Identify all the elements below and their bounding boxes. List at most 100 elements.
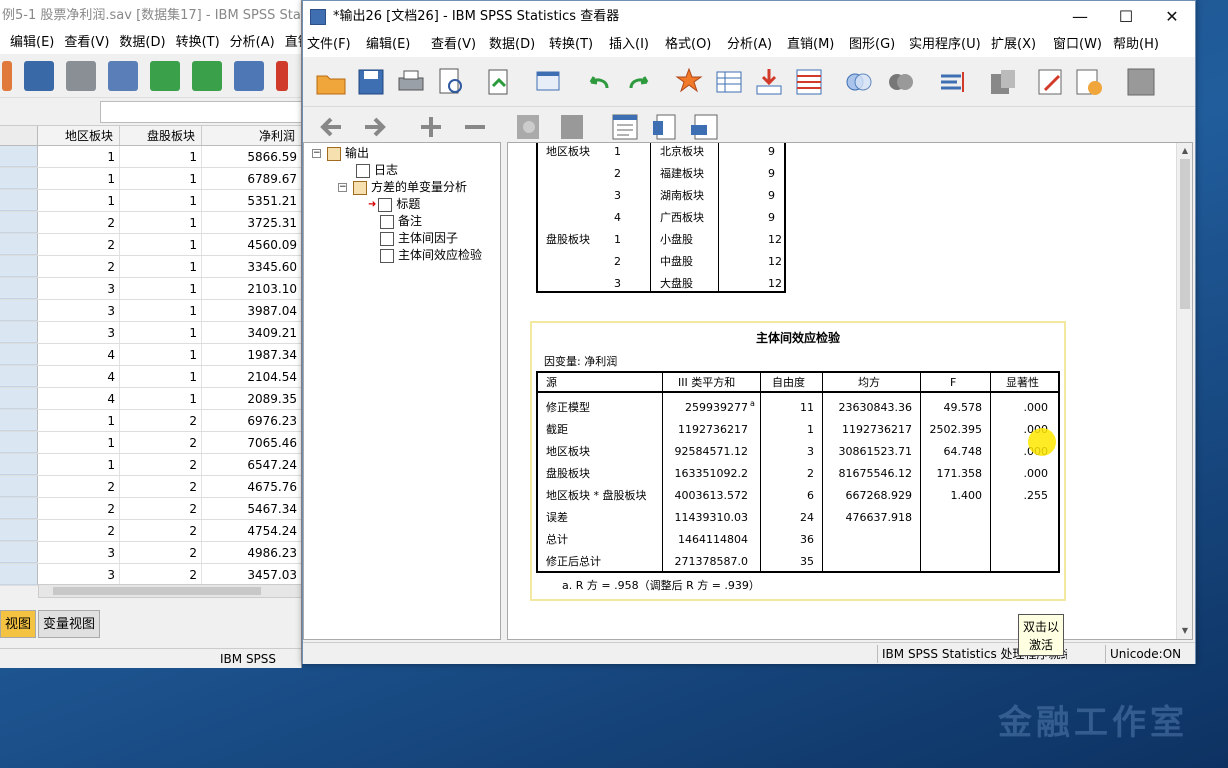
data-cell[interactable]: 1: [120, 190, 202, 211]
data-cell[interactable]: 2104.54: [202, 366, 301, 387]
select-cases-icon[interactable]: [885, 66, 917, 98]
de-menu-analyze[interactable]: 分析(A): [230, 32, 275, 54]
data-cell[interactable]: 1: [120, 256, 202, 277]
table-row[interactable]: 3 2 3457.03: [0, 564, 301, 586]
content-vscroll[interactable]: ▲ ▼: [1176, 143, 1192, 639]
table-row[interactable]: 2 2 4754.24: [0, 520, 301, 542]
value-labels-icon[interactable]: [937, 66, 969, 98]
tree-node-univariate[interactable]: − 方差的单变量分析: [338, 179, 467, 196]
data-cell[interactable]: 2: [120, 454, 202, 475]
tab-variable-view[interactable]: 变量视图: [38, 610, 101, 638]
table-row[interactable]: 3 1 3987.04: [0, 300, 301, 322]
redo-icon[interactable]: [623, 66, 655, 98]
data-cell[interactable]: 1: [120, 388, 202, 409]
data-cell[interactable]: 2: [38, 520, 120, 541]
table-row[interactable]: 1 1 5351.21: [0, 190, 301, 212]
data-cell[interactable]: 1: [120, 300, 202, 321]
data-cell[interactable]: 1: [38, 454, 120, 475]
de-menu-direct[interactable]: 直销(M): [285, 32, 301, 54]
data-cell[interactable]: 1: [38, 168, 120, 189]
data-cell[interactable]: 3: [38, 322, 120, 343]
scroll-down-icon[interactable]: ▼: [1177, 623, 1192, 639]
menu-extensions[interactable]: 扩展(X): [991, 33, 1053, 57]
data-cell[interactable]: 2: [120, 476, 202, 497]
data-cell[interactable]: 4: [38, 366, 120, 387]
open-icon[interactable]: [2, 60, 12, 91]
redo-icon[interactable]: [192, 60, 222, 91]
data-cell[interactable]: 2103.10: [202, 278, 301, 299]
goto-data-icon[interactable]: [673, 66, 705, 98]
data-cell[interactable]: 2: [38, 498, 120, 519]
data-cell[interactable]: 4: [38, 344, 120, 365]
data-cell[interactable]: 1: [120, 344, 202, 365]
open-folder-icon[interactable]: [315, 66, 347, 98]
save-icon[interactable]: [355, 66, 387, 98]
table-row[interactable]: 1 1 6789.67: [0, 168, 301, 190]
column-header-region[interactable]: 地区板块: [38, 126, 120, 145]
data-cell[interactable]: 3: [38, 542, 120, 563]
de-menu-edit[interactable]: 编辑(E): [10, 32, 54, 54]
menu-format[interactable]: 格式(O): [665, 33, 727, 57]
menu-insert[interactable]: 插入(I): [609, 33, 665, 57]
tree-node-notes[interactable]: 备注: [380, 213, 422, 230]
maximize-button[interactable]: ☐: [1103, 1, 1149, 33]
collapse-toggle-icon[interactable]: −: [312, 149, 321, 158]
data-cell[interactable]: 2: [38, 256, 120, 277]
undo-icon[interactable]: [150, 60, 180, 91]
data-cell[interactable]: 5351.21: [202, 190, 301, 211]
de-menu-data[interactable]: 数据(D): [119, 32, 165, 54]
tree-node-log[interactable]: 日志: [356, 162, 398, 179]
column-header-profit[interactable]: 净利润: [202, 126, 301, 145]
output-content-pane[interactable]: 地区板块 1 北京板块 9 2 福建板块 9 3 湖南板块 9 4 广西板块 9 盘股板块 1 小盘股 12 2 中…: [507, 142, 1193, 640]
menu-data[interactable]: 数据(D): [489, 33, 549, 57]
data-cell[interactable]: 4986.23: [202, 542, 301, 563]
data-cell[interactable]: 2: [120, 410, 202, 431]
data-cell[interactable]: 3409.21: [202, 322, 301, 343]
forward-arrow-icon[interactable]: [359, 111, 391, 143]
export-icon[interactable]: [483, 66, 515, 98]
data-cell[interactable]: 4560.09: [202, 234, 301, 255]
expand-plus-icon[interactable]: [415, 111, 447, 143]
table-row[interactable]: 3 1 2103.10: [0, 278, 301, 300]
minimize-button[interactable]: —: [1057, 1, 1103, 33]
designate-window-icon[interactable]: [1125, 66, 1157, 98]
data-cell[interactable]: 3: [38, 300, 120, 321]
data-cell[interactable]: 3: [38, 278, 120, 299]
data-cell[interactable]: 4754.24: [202, 520, 301, 541]
data-grid-hscroll[interactable]: [38, 584, 301, 598]
insert-text-icon[interactable]: [689, 111, 721, 143]
column-header-cap[interactable]: 盘股板块: [120, 126, 202, 145]
data-cell[interactable]: 2: [38, 476, 120, 497]
output-viewer-window[interactable]: *输出26 [文档26] - IBM SPSS Statistics 查看器 —…: [302, 0, 1196, 664]
data-cell[interactable]: 2: [38, 234, 120, 255]
scroll-up-icon[interactable]: ▲: [1177, 143, 1192, 159]
data-cell[interactable]: 6547.24: [202, 454, 301, 475]
data-cell[interactable]: 2089.35: [202, 388, 301, 409]
table-row[interactable]: 1 2 6547.24: [0, 454, 301, 476]
data-cell[interactable]: 3987.04: [202, 300, 301, 321]
de-menu-view[interactable]: 查看(V): [64, 32, 109, 54]
table-row[interactable]: 1 1 5866.59: [0, 146, 301, 168]
back-arrow-icon[interactable]: [315, 111, 347, 143]
data-cell[interactable]: 1: [120, 278, 202, 299]
data-cell[interactable]: 2: [120, 542, 202, 563]
tree-node-output[interactable]: − 输出: [312, 145, 369, 162]
table-row[interactable]: 3 1 3409.21: [0, 322, 301, 344]
menu-graphs[interactable]: 图形(G): [849, 33, 909, 57]
data-cell[interactable]: 7065.46: [202, 432, 301, 453]
insert-title-icon[interactable]: [649, 111, 681, 143]
data-cell[interactable]: 6789.67: [202, 168, 301, 189]
data-cell[interactable]: 3725.31: [202, 212, 301, 233]
table-row[interactable]: 4 1 2104.54: [0, 366, 301, 388]
between-subjects-factors-table[interactable]: 地区板块 1 北京板块 9 2 福建板块 9 3 湖南板块 9 4 广西板块 9 盘股板块 1 小盘股 12 2 中…: [536, 143, 786, 293]
menu-view[interactable]: 查看(V): [431, 33, 489, 57]
data-cell[interactable]: 3: [38, 564, 120, 585]
dialog-recall-icon[interactable]: [533, 66, 565, 98]
tree-node-title[interactable]: ➜ 标题: [368, 196, 420, 213]
show-icon[interactable]: [513, 111, 545, 143]
run-script-icon[interactable]: [1073, 66, 1105, 98]
undo-icon[interactable]: [583, 66, 615, 98]
menu-utilities[interactable]: 实用程序(U): [909, 33, 991, 57]
data-cell[interactable]: 1: [120, 234, 202, 255]
collapse-minus-icon[interactable]: [459, 111, 491, 143]
